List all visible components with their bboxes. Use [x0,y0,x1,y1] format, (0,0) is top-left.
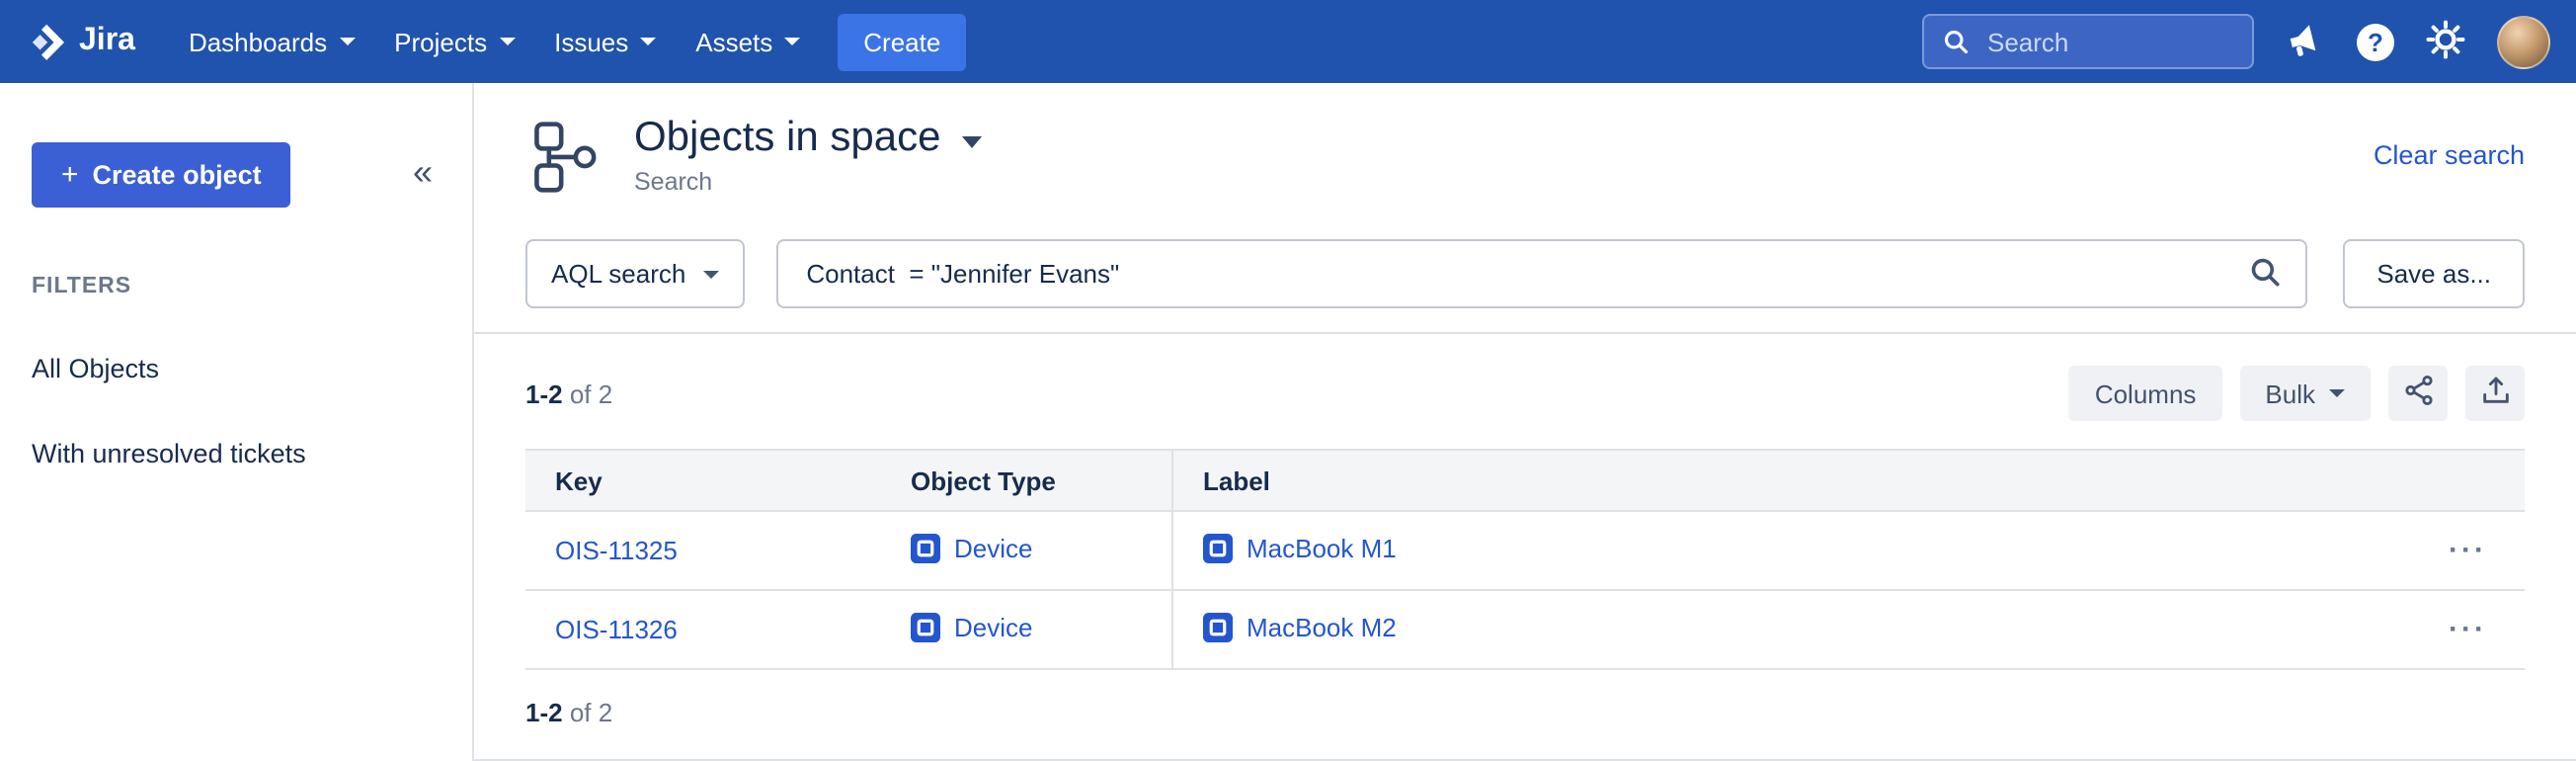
object-type-link[interactable]: Device [911,533,1033,562]
footer-result-count: 1-2 of 2 [525,698,2525,727]
column-header-actions [2355,450,2525,511]
object-type-icon [911,533,940,562]
object-key-link[interactable]: OIS-11325 [555,536,678,565]
result-count: 1-2 of 2 [525,379,612,408]
page-header: Objects in space Search Clear search [474,83,2576,196]
column-header-object-type[interactable]: Object Type [881,450,1172,511]
bulk-button[interactable]: Bulk [2239,366,2371,421]
aql-query-box [776,239,2307,308]
table-header-row: Key Object Type Label [525,450,2525,511]
megaphone-icon [2284,17,2327,66]
primary-nav: Dashboards Projects Issues Assets [171,15,818,68]
jira-logo[interactable]: Jira [26,21,135,62]
navbar-right: ? [1922,14,2550,69]
object-label-text: MacBook M1 [1247,533,1397,562]
page-title: Objects in space [634,115,941,162]
help-icon: ? [2357,23,2394,60]
settings-button[interactable] [2424,17,2467,66]
filters-heading: FILTERS [32,275,433,298]
main-content: Objects in space Search Clear search AQL… [474,83,2576,761]
nav-item-issues[interactable]: Issues [536,15,674,68]
chevron-down-icon [2329,389,2345,397]
jira-logo-icon [26,21,67,62]
save-as-button[interactable]: Save as... [2343,239,2525,308]
search-icon [1942,28,1970,55]
chevron-down-icon [339,38,355,45]
row-actions-icon[interactable]: ··· [2441,611,2495,648]
global-search[interactable] [1922,14,2254,69]
export-icon [2478,374,2512,413]
object-schema-icon [525,116,604,195]
export-button[interactable] [2465,366,2525,421]
aql-query-input[interactable] [802,257,2240,291]
filter-with-unresolved-tickets[interactable]: With unresolved tickets [32,439,433,468]
help-button[interactable]: ? [2357,23,2394,60]
object-type-label: Device [954,533,1033,562]
global-search-input[interactable] [1983,25,2234,58]
share-icon [2401,374,2435,413]
object-icon [1203,533,1233,562]
object-type-label: Device [954,612,1033,641]
create-button[interactable]: Create [838,13,966,70]
nav-item-dashboards[interactable]: Dashboards [171,15,372,68]
nav-item-label: Dashboards [189,27,327,56]
chevron-down-icon [703,270,719,278]
column-header-label[interactable]: Label [1172,450,2355,511]
object-type-icon [911,612,940,641]
jira-assets-app: Jira Dashboards Projects Issues [0,0,2576,761]
table-row: OIS-11326 Device [525,590,2525,669]
sidebar: + Create object « FILTERS All Objects Wi… [0,83,474,761]
object-icon [1203,612,1233,641]
create-object-button[interactable]: + Create object [32,142,291,208]
object-label-text: MacBook M2 [1247,612,1397,641]
columns-button[interactable]: Columns [2069,366,2222,421]
results-toolbar: 1-2 of 2 Columns Bulk [525,366,2525,421]
title-block: Objects in space Search [634,115,983,196]
schema-switcher-chevron-icon[interactable] [963,136,983,148]
chevron-down-icon [640,38,656,45]
clear-search-link[interactable]: Clear search [2374,140,2525,170]
filter-all-objects[interactable]: All Objects [32,354,433,383]
announcements-button[interactable] [2284,17,2327,66]
navbar-left: Jira Dashboards Projects Issues [26,13,966,70]
search-mode-label: AQL search [551,259,685,289]
row-actions-icon[interactable]: ··· [2441,532,2495,569]
toolbar-actions: Columns Bulk [2069,366,2525,421]
bulk-label: Bulk [2265,379,2315,408]
page-header-left: Objects in space Search [525,115,983,196]
object-type-link[interactable]: Device [911,612,1033,641]
top-navbar: Jira Dashboards Projects Issues [0,0,2576,83]
nav-item-label: Issues [554,27,628,56]
plus-icon: + [61,160,79,190]
collapse-sidebar-icon[interactable]: « [413,142,433,190]
chevron-down-icon [499,38,515,45]
create-object-label: Create object [93,160,262,190]
object-label-link[interactable]: MacBook M1 [1203,533,1397,562]
results-table: Key Object Type Label OIS-11325 [525,449,2525,670]
user-avatar[interactable] [2497,15,2550,68]
nav-item-projects[interactable]: Projects [376,15,532,68]
nav-item-assets[interactable]: Assets [678,15,818,68]
results-section: 1-2 of 2 Columns Bulk [474,334,2576,761]
gear-icon [2424,17,2467,66]
jira-logo-text: Jira [79,24,135,59]
object-label-link[interactable]: MacBook M2 [1203,612,1397,641]
object-key-link[interactable]: OIS-11326 [555,615,678,644]
sidebar-top: + Create object « [32,142,433,208]
search-icon [2248,254,2282,294]
chevron-down-icon [784,38,800,45]
nav-item-label: Projects [394,27,487,56]
column-header-key[interactable]: Key [525,450,881,511]
share-button[interactable] [2388,366,2448,421]
search-mode-dropdown[interactable]: AQL search [525,239,745,308]
page-subtitle: Search [634,168,983,196]
run-search-button[interactable] [2240,250,2290,297]
table-row: OIS-11325 Device [525,511,2525,590]
nav-item-label: Assets [695,27,772,56]
search-row: AQL search Save as... [474,239,2576,308]
